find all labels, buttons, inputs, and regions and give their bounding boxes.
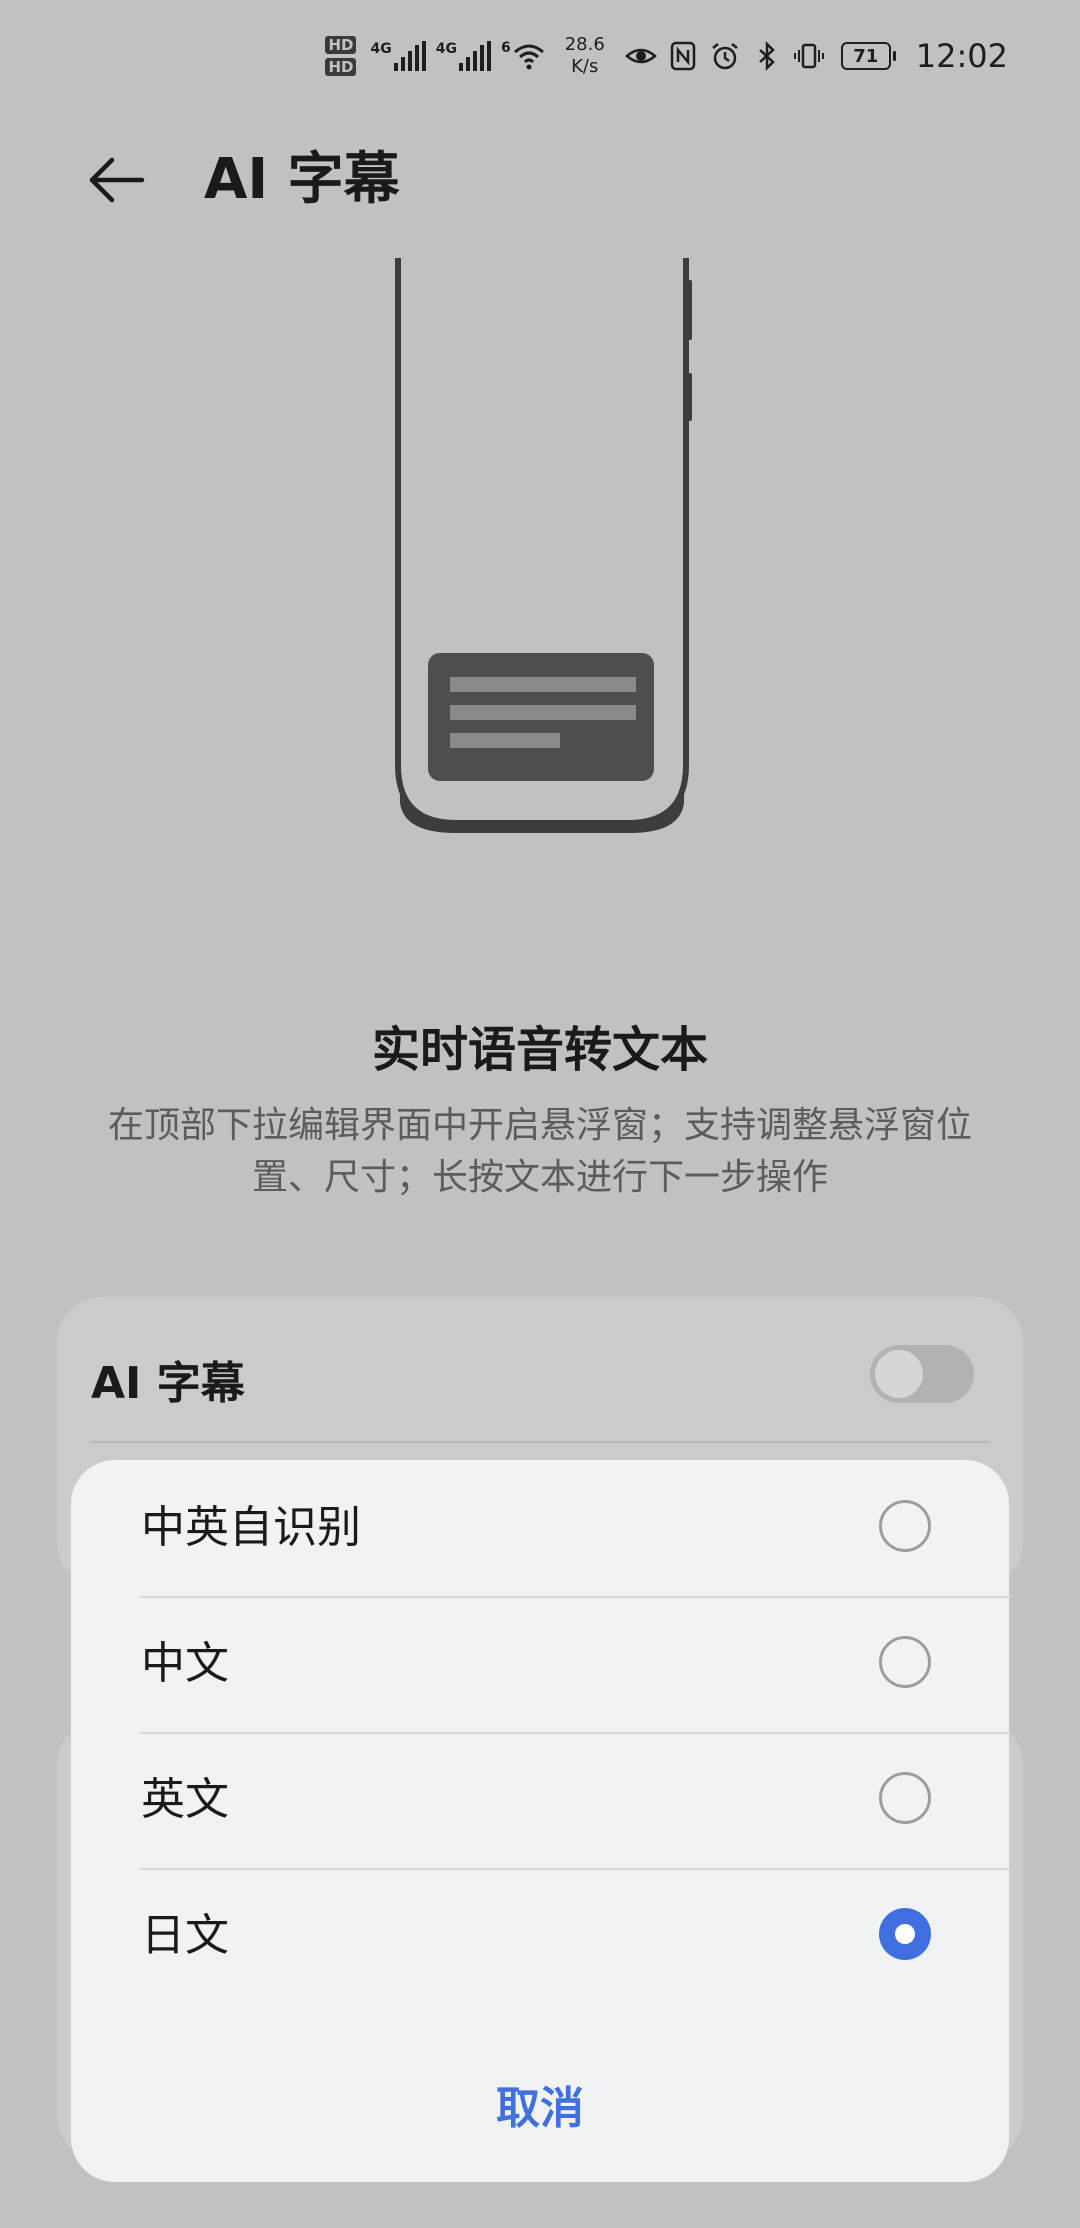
cellular-signal-2: 4G xyxy=(436,41,491,71)
signal-bars-icon xyxy=(458,41,491,71)
option-label: 中文 xyxy=(141,1638,229,1689)
battery-tip xyxy=(892,51,896,61)
phone-caption-illustration xyxy=(395,258,692,833)
option-label: 英文 xyxy=(141,1774,229,1825)
radio-button-selected[interactable] xyxy=(879,1908,931,1960)
language-selection-dialog: 中英自识别 中文 英文 日文 取消 xyxy=(71,1460,1011,2182)
status-bar: HD HD 4G 4G 6 28.6 K/s 71 12:02 xyxy=(0,0,1080,120)
status-icons: HD HD 4G 4G 6 28.6 K/s 71 12:02 xyxy=(325,34,1008,78)
clock: 12:02 xyxy=(915,37,1008,75)
nfc-icon xyxy=(670,41,696,71)
page-title: AI 字幕 xyxy=(204,147,400,212)
divider xyxy=(91,1441,989,1443)
cancel-button[interactable]: 取消 xyxy=(71,2072,1009,2136)
speed-unit: K/s xyxy=(571,56,599,77)
hd-badges: HD HD xyxy=(325,36,357,76)
network-type-1: 4G xyxy=(370,41,392,57)
speed-value: 28.6 xyxy=(564,34,605,55)
option-label: 中英自识别 xyxy=(141,1502,361,1553)
radio-button[interactable] xyxy=(879,1636,931,1688)
eye-icon xyxy=(624,48,657,64)
language-option-english[interactable]: 英文 xyxy=(71,1732,1009,1868)
radio-button[interactable] xyxy=(879,1500,931,1552)
cellular-signal-1: 4G xyxy=(370,41,426,71)
battery-level: 71 xyxy=(840,42,891,70)
wifi-icon xyxy=(513,44,544,70)
feature-title: 实时语音转文本 xyxy=(371,1022,708,1078)
bluetooth-icon xyxy=(758,40,775,72)
network-type-2: 4G xyxy=(435,41,457,57)
back-arrow-icon[interactable] xyxy=(84,148,148,212)
alarm-icon xyxy=(712,43,738,70)
wifi-generation: 6 xyxy=(500,40,511,56)
language-option-chinese[interactable]: 中文 xyxy=(71,1596,1009,1732)
feature-description: 在顶部下拉编辑界面中开启悬浮窗；支持调整悬浮窗位置、尺寸；长按文本进行下一步操作 xyxy=(107,1105,972,1198)
app-bar: AI 字幕 xyxy=(0,140,1080,220)
radio-button[interactable] xyxy=(879,1772,931,1824)
battery-indicator: 71 xyxy=(840,42,896,70)
option-label: 日文 xyxy=(141,1910,229,1961)
hd-badge-1: HD xyxy=(325,36,357,54)
network-speed: 28.6 K/s xyxy=(565,34,605,78)
vibrate-icon xyxy=(793,43,824,69)
toggle-knob xyxy=(875,1350,923,1398)
ai-caption-label: AI 字幕 xyxy=(91,1358,245,1409)
language-option-auto[interactable]: 中英自识别 xyxy=(71,1460,1009,1596)
signal-bars-icon xyxy=(393,41,426,71)
wifi-status: 6 xyxy=(501,40,545,72)
ai-caption-toggle[interactable] xyxy=(870,1345,974,1403)
hd-badge-2: HD xyxy=(325,58,357,76)
language-option-japanese[interactable]: 日文 xyxy=(71,1868,1009,2004)
